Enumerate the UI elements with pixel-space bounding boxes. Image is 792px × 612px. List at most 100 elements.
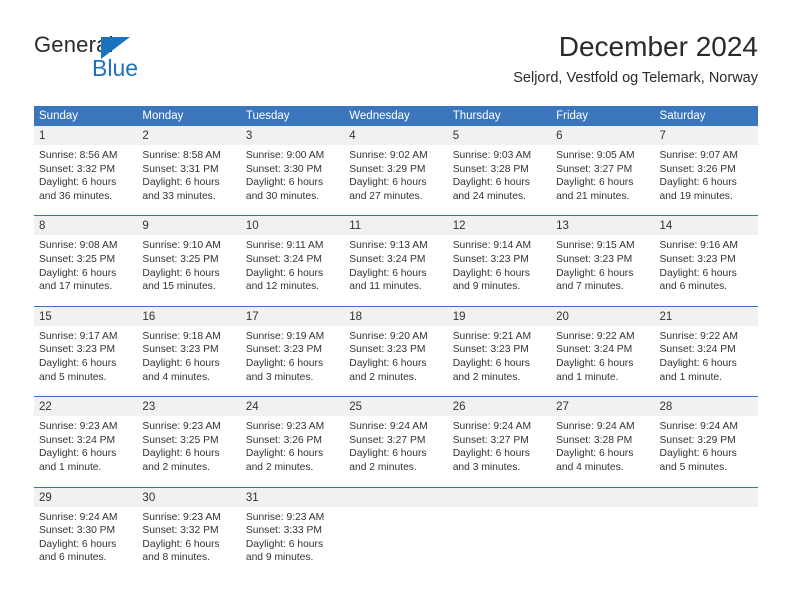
daylight-text: Daylight: 6 hours	[659, 448, 737, 460]
day-cell[interactable]: Sunrise: 9:00 AM Sunset: 3:30 PM Daylight:…	[241, 145, 344, 203]
day-number[interactable]: 12	[448, 216, 551, 235]
day-number[interactable]: 15	[34, 307, 137, 326]
day-number[interactable]: 25	[344, 397, 447, 416]
day-cell[interactable]: Sunrise: 9:24 AM Sunset: 3:27 PM Daylight:…	[448, 416, 551, 474]
day-cell[interactable]: Sunrise: 9:23 AM Sunset: 3:26 PM Daylight:…	[241, 416, 344, 474]
daylight-text: Daylight: 6 hours	[659, 357, 737, 369]
week-spacer	[34, 384, 758, 397]
daylight-text: Daylight: 6 hours	[349, 177, 427, 189]
day-detail-row: Sunrise: 9:17 AM Sunset: 3:23 PM Daylight:…	[34, 325, 758, 385]
empty-day-cell	[655, 488, 758, 507]
day-cell[interactable]: Sunrise: 8:58 AM Sunset: 3:31 PM Daylight:…	[137, 145, 240, 203]
day-number[interactable]: 18	[344, 307, 447, 326]
day-number[interactable]: 28	[655, 397, 758, 416]
day-number[interactable]: 26	[448, 397, 551, 416]
sunset-text: Sunset: 3:32 PM	[39, 163, 116, 175]
day-cell[interactable]: Sunrise: 9:21 AM Sunset: 3:23 PM Daylight:…	[448, 326, 551, 384]
daylight-text: Daylight: 6 hours	[452, 357, 530, 369]
daylight-text: and 4 minutes.	[556, 461, 624, 473]
calendar-week-row: 22 23 24 25 26 27 28 Sunrise: 9:23 AM Sunset: 3:…	[34, 396, 758, 475]
day-number[interactable]: 14	[655, 216, 758, 235]
day-number[interactable]: 17	[241, 307, 344, 326]
calendar-week-row: 1 2 3 4 5 6 7 Sunrise: 8:56 AM Sunset: 3:32 PM Da…	[34, 126, 758, 204]
day-cell[interactable]: Sunrise: 9:23 AM Sunset: 3:25 PM Daylight:…	[137, 416, 240, 474]
day-cell[interactable]: Sunrise: 9:14 AM Sunset: 3:23 PM Daylight:…	[448, 235, 551, 293]
day-number[interactable]: 7	[655, 126, 758, 145]
day-cell[interactable]: Sunrise: 9:20 AM Sunset: 3:23 PM Daylight:…	[344, 326, 447, 384]
day-cell[interactable]: Sunrise: 9:24 AM Sunset: 3:28 PM Daylight:…	[551, 416, 654, 474]
daylight-text: and 2 minutes.	[452, 371, 521, 383]
daylight-text: Daylight: 6 hours	[245, 448, 324, 460]
day-cell[interactable]: Sunrise: 8:56 AM Sunset: 3:32 PM Daylight:…	[34, 145, 137, 203]
sunset-text: Sunset: 3:28 PM	[452, 163, 529, 175]
day-number[interactable]: 9	[137, 216, 240, 235]
day-number[interactable]: 5	[448, 126, 551, 145]
day-cell[interactable]: Sunrise: 9:10 AM Sunset: 3:25 PM Daylight:…	[137, 235, 240, 293]
day-number[interactable]: 6	[551, 126, 654, 145]
day-cell[interactable]: Sunrise: 9:23 AM Sunset: 3:33 PM Daylight:…	[241, 507, 344, 565]
day-number[interactable]: 19	[448, 307, 551, 326]
daylight-text: Daylight: 6 hours	[142, 448, 220, 460]
sunset-text: Sunset: 3:27 PM	[349, 434, 426, 446]
day-cell[interactable]: Sunrise: 9:17 AM Sunset: 3:23 PM Daylight:…	[34, 326, 137, 384]
sunrise-text: Sunrise: 9:16 AM	[659, 240, 738, 252]
day-cell[interactable]: Sunrise: 9:18 AM Sunset: 3:23 PM Daylight:…	[137, 326, 240, 384]
daylight-text: and 3 minutes.	[452, 461, 521, 473]
day-number[interactable]: 1	[34, 126, 137, 145]
day-cell[interactable]: Sunrise: 9:08 AM Sunset: 3:25 PM Daylight:…	[34, 235, 137, 293]
sunrise-text: Sunrise: 9:24 AM	[349, 421, 428, 433]
day-number-row: 22 23 24 25 26 27 28	[34, 397, 758, 417]
day-cell[interactable]: Sunrise: 9:11 AM Sunset: 3:24 PM Daylight:…	[241, 235, 344, 293]
day-number[interactable]: 11	[344, 216, 447, 235]
day-number[interactable]: 22	[34, 397, 137, 416]
day-number[interactable]: 16	[137, 307, 240, 326]
day-number[interactable]: 13	[551, 216, 654, 235]
day-number[interactable]: 4	[344, 126, 447, 145]
daylight-text: and 30 minutes.	[245, 190, 320, 202]
day-cell[interactable]: Sunrise: 9:07 AM Sunset: 3:26 PM Daylight:…	[655, 145, 758, 203]
day-cell[interactable]: Sunrise: 9:23 AM Sunset: 3:32 PM Daylight:…	[137, 507, 240, 565]
day-cell[interactable]: Sunrise: 9:02 AM Sunset: 3:29 PM Daylight:…	[344, 145, 447, 203]
calendar-week-row: 15 16 17 18 19 20 21 Sunrise: 9:17 AM Sunset: 3:…	[34, 305, 758, 385]
day-cell[interactable]: Sunrise: 9:22 AM Sunset: 3:24 PM Daylight:…	[551, 326, 654, 384]
day-cell[interactable]: Sunrise: 9:16 AM Sunset: 3:23 PM Daylight:…	[655, 235, 758, 293]
sunset-text: Sunset: 3:23 PM	[349, 344, 426, 356]
day-of-week-header: Wednesday	[349, 110, 410, 122]
daylight-text: Daylight: 6 hours	[659, 267, 737, 279]
day-number[interactable]: 21	[655, 307, 758, 326]
day-cell[interactable]: Sunrise: 9:03 AM Sunset: 3:28 PM Daylight:…	[448, 145, 551, 203]
sunrise-text: Sunrise: 9:23 AM	[245, 511, 325, 523]
empty-day-cell	[655, 507, 758, 565]
daylight-text: Daylight: 6 hours	[349, 267, 427, 279]
day-cell[interactable]: Sunrise: 9:19 AM Sunset: 3:23 PM Daylight:…	[241, 326, 344, 384]
day-number[interactable]: 3	[241, 126, 344, 145]
day-cell[interactable]: Sunrise: 9:23 AM Sunset: 3:24 PM Daylight:…	[34, 416, 137, 474]
day-detail-row: Sunrise: 9:24 AM Sunset: 3:30 PM Daylight:…	[34, 506, 758, 565]
day-number[interactable]: 31	[241, 488, 344, 507]
empty-day-cell	[448, 488, 551, 507]
day-cell[interactable]: Sunrise: 9:24 AM Sunset: 3:30 PM Daylight:…	[34, 507, 137, 565]
week-spacer	[34, 293, 758, 306]
day-number[interactable]: 30	[137, 488, 240, 507]
sunrise-text: Sunrise: 9:24 AM	[659, 421, 738, 433]
day-number[interactable]: 29	[34, 488, 137, 507]
daylight-text: Daylight: 6 hours	[39, 267, 117, 279]
day-number[interactable]: 23	[137, 397, 240, 416]
day-number[interactable]: 24	[241, 397, 344, 416]
day-number[interactable]: 20	[551, 307, 654, 326]
day-cell[interactable]: Sunrise: 9:24 AM Sunset: 3:27 PM Daylight:…	[344, 416, 447, 474]
day-cell[interactable]: Sunrise: 9:05 AM Sunset: 3:27 PM Daylight:…	[551, 145, 654, 203]
day-number[interactable]: 10	[241, 216, 344, 235]
day-cell[interactable]: Sunrise: 9:15 AM Sunset: 3:23 PM Daylight:…	[551, 235, 654, 293]
day-number[interactable]: 2	[137, 126, 240, 145]
day-cell[interactable]: Sunrise: 9:13 AM Sunset: 3:24 PM Daylight:…	[344, 235, 447, 293]
day-number[interactable]: 27	[551, 397, 654, 416]
sunrise-text: Sunrise: 9:11 AM	[245, 240, 324, 252]
sunset-text: Sunset: 3:25 PM	[142, 434, 219, 446]
sunrise-text: Sunrise: 9:13 AM	[349, 240, 428, 252]
sunset-text: Sunset: 3:23 PM	[245, 344, 322, 356]
day-cell[interactable]: Sunrise: 9:24 AM Sunset: 3:29 PM Daylight:…	[655, 416, 758, 474]
day-number[interactable]: 8	[34, 216, 137, 235]
calendar-grid: Sunday Monday Tuesday Wednesday Thursday Frid…	[34, 106, 758, 565]
day-cell[interactable]: Sunrise: 9:22 AM Sunset: 3:24 PM Daylight:…	[655, 326, 758, 384]
